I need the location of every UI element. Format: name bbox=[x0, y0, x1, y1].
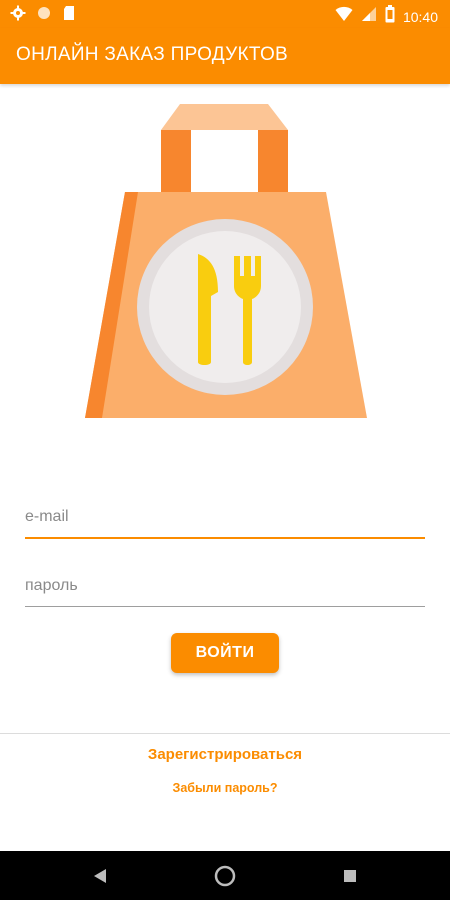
status-right-icons: 10:40 bbox=[335, 5, 438, 28]
status-bar: 10:40 bbox=[0, 0, 450, 28]
back-icon bbox=[94, 869, 106, 883]
status-left-icons bbox=[10, 5, 76, 26]
app-title: ОНЛАЙН ЗАКАЗ ПРОДУКТОВ bbox=[16, 44, 289, 65]
home-icon bbox=[214, 865, 236, 887]
sd-card-icon bbox=[62, 5, 76, 26]
circle-icon bbox=[36, 5, 52, 26]
recents-button[interactable] bbox=[337, 863, 363, 889]
app-bar: ОНЛАЙН ЗАКАЗ ПРОДУКТОВ bbox=[0, 28, 450, 84]
signal-icon bbox=[361, 6, 377, 27]
register-link[interactable]: Зарегистрироваться bbox=[0, 746, 450, 763]
recents-icon bbox=[344, 870, 356, 882]
wifi-icon bbox=[335, 6, 353, 27]
bag-handle-right bbox=[258, 130, 288, 194]
status-time: 10:40 bbox=[402, 8, 438, 25]
forgot-password-link[interactable]: Забыли пароль? bbox=[0, 781, 450, 795]
login-button[interactable]: ВОЙТИ bbox=[171, 633, 279, 673]
bag-handle-top bbox=[161, 104, 288, 130]
navigation-bar bbox=[0, 851, 450, 900]
plate-inner bbox=[149, 231, 301, 383]
home-button[interactable] bbox=[212, 863, 238, 889]
bag-handle-left bbox=[161, 130, 191, 194]
gear-icon bbox=[10, 5, 26, 26]
back-button[interactable] bbox=[87, 863, 113, 889]
password-field[interactable] bbox=[25, 571, 425, 607]
divider bbox=[0, 733, 450, 734]
shopping-bag-food-icon bbox=[85, 104, 367, 418]
hero-image bbox=[80, 100, 372, 422]
battery-icon bbox=[385, 5, 395, 28]
email-field[interactable] bbox=[25, 503, 425, 539]
